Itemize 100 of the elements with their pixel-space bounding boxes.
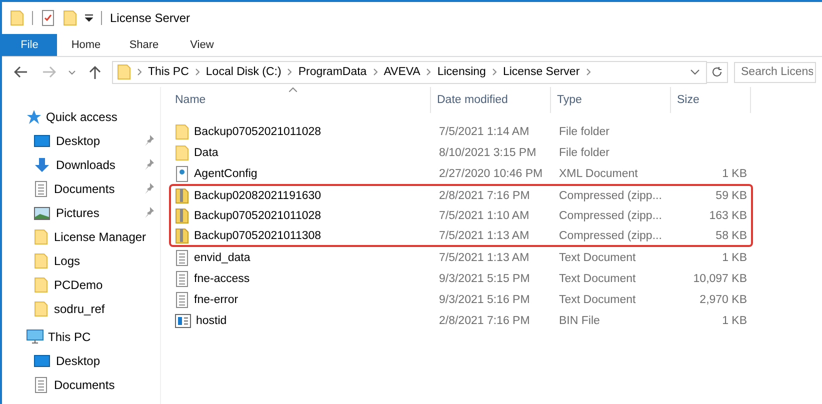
file-row[interactable]: Data 8/10/2021 3:15 PM File folder: [169, 142, 753, 163]
folder-icon: [175, 144, 189, 160]
nav-item[interactable]: sodru_ref: [2, 297, 160, 321]
text-file-icon: [175, 270, 189, 286]
nav-item-label: Pictures: [56, 206, 100, 220]
chevron-icon: [194, 68, 200, 76]
nav-item-label: sodru_ref: [54, 302, 105, 316]
nav-item[interactable]: PCDemo: [2, 273, 160, 297]
type-cell-text: Text Document: [558, 252, 637, 264]
desktop-icon: [34, 135, 50, 147]
right-arrow-icon: [42, 66, 56, 78]
date-cell-text: 7/5/2021 1:13 AM: [438, 230, 530, 242]
file-name: fne-error: [194, 294, 238, 306]
type-cell-text: XML Document: [558, 168, 639, 180]
highlighted-file-row[interactable]: Backup07052021011028 7/5/2021 1:10 AM Compressed (zipp... 163 KB: [169, 205, 753, 226]
breadcrumb-item[interactable]: ProgramData: [298, 66, 367, 78]
type-cell-text: File folder: [558, 126, 610, 138]
down-arrow-icon: [34, 157, 50, 173]
file-row[interactable]: fne-error 9/3/2021 5:16 PM Text Document 2,970 KB: [169, 289, 753, 310]
up-arrow-icon: [89, 65, 101, 79]
folder-icon: [34, 253, 48, 269]
nav-item[interactable]: Logs: [2, 249, 160, 273]
size-cell-text: 59 KB: [714, 190, 747, 202]
breadcrumb-item[interactable]: Licensing: [437, 66, 486, 78]
nav-item[interactable]: Documents: [2, 373, 160, 397]
nav-section-label: This PC: [48, 330, 91, 344]
window-title: License Server: [110, 11, 190, 25]
nav-item-label: PCDemo: [54, 278, 103, 292]
chevron-icon: [287, 68, 292, 76]
desktop-icon: [34, 355, 50, 367]
dropdown-caret-icon[interactable]: [85, 14, 93, 22]
file-row[interactable]: Backup07052021011028 7/5/2021 1:14 AM File folder: [169, 121, 753, 142]
text-file-icon: [175, 250, 189, 266]
type-cell-text: Compressed (zipp...: [558, 230, 663, 242]
highlighted-file-row[interactable]: Backup02082021191630 2/8/2021 7:16 PM Compressed (zipp... 59 KB: [169, 184, 753, 205]
nav-item-label: Desktop: [56, 134, 100, 148]
properties-icon[interactable]: [41, 10, 55, 26]
computer-icon: [26, 329, 44, 345]
date-cell-text: 7/5/2021 1:14 AM: [438, 126, 530, 138]
nav-item-label: Downloads: [56, 158, 116, 172]
nav-item-label: Documents: [54, 182, 115, 196]
nav-item-label: Logs: [54, 254, 80, 268]
file-name: AgentConfig: [194, 168, 258, 180]
folder-icon: [34, 301, 48, 317]
nav-item-label: License Manager: [54, 230, 146, 244]
nav-item[interactable]: Downloads: [2, 153, 160, 177]
refresh-button[interactable]: [706, 62, 728, 82]
file-name: fne-access: [194, 272, 250, 284]
breadcrumb-item[interactable]: This PC: [148, 66, 189, 78]
size-cell-text: 58 KB: [714, 230, 747, 242]
type-cell-text: Compressed (zipp...: [558, 210, 663, 222]
text-file-icon: [34, 377, 48, 393]
file-name: hostid: [196, 314, 227, 326]
file-row[interactable]: hostid 2/8/2021 7:16 PM BIN File 1 KB: [169, 310, 753, 331]
chevron-icon: [492, 68, 497, 76]
file-name: Backup07052021011028: [194, 210, 322, 222]
date-cell-text: 7/5/2021 1:10 AM: [438, 210, 530, 222]
column-header[interactable]: Name: [169, 87, 431, 113]
type-cell-text: File folder: [558, 146, 610, 158]
type-cell-text: Text Document: [558, 272, 637, 284]
ribbon-tab[interactable]: File: [2, 34, 57, 56]
chevron-icon: [426, 68, 432, 76]
breadcrumb-item[interactable]: AVEVA: [384, 66, 420, 78]
nav-section[interactable]: Quick access: [2, 105, 160, 129]
date-cell-text: 2/27/2020 10:46 PM: [438, 168, 544, 180]
nav-item[interactable]: Desktop: [2, 129, 160, 153]
file-name: Backup07052021011308: [194, 230, 322, 242]
nav-item-label: Desktop: [56, 354, 100, 368]
folder-icon: [117, 64, 131, 80]
nav-item[interactable]: Documents: [2, 177, 160, 201]
nav-section[interactable]: This PC: [2, 325, 160, 349]
file-name: Data: [194, 146, 218, 158]
column-header[interactable]: Size: [671, 87, 751, 113]
file-row[interactable]: fne-access 9/3/2021 5:15 PM Text Document 10,097 KB: [169, 268, 753, 289]
dropdown-chevron-icon[interactable]: [690, 69, 700, 75]
column-header[interactable]: Type: [551, 87, 671, 113]
folder-icon: [175, 124, 189, 140]
text-file-icon: [34, 181, 48, 197]
zipped-folder-icon: [175, 188, 189, 204]
size-cell-text: 10,097 KB: [692, 272, 747, 284]
size-cell-text: 1 KB: [721, 168, 747, 180]
file-row[interactable]: AgentConfig 2/27/2020 10:46 PM XML Document 1 KB: [169, 163, 753, 184]
nav-item[interactable]: Pictures: [2, 201, 160, 225]
size-cell-text: 2,970 KB: [698, 294, 747, 306]
date-cell-text: 2/8/2021 7:16 PM: [438, 314, 531, 326]
text-file-icon: [175, 292, 189, 308]
nav-item[interactable]: License Manager: [2, 225, 160, 249]
breadcrumb-item[interactable]: Local Disk (C:): [206, 66, 282, 78]
breadcrumb-item[interactable]: License Server: [502, 66, 580, 78]
window-file-icon: [175, 314, 191, 328]
highlighted-file-row[interactable]: Backup07052021011308 7/5/2021 1:13 AM Compressed (zipp... 58 KB: [169, 226, 753, 247]
address-bar[interactable]: This PC Local Disk (C:) ProgramData AVEVA Licensing License Server: [112, 60, 707, 84]
file-name: Backup02082021191630: [194, 190, 322, 202]
picture-icon: [34, 206, 50, 220]
column-header[interactable]: Date modified: [431, 87, 551, 113]
nav-item[interactable]: Desktop: [2, 349, 160, 373]
chevron-icon: [586, 68, 591, 76]
chevron-down-icon: [68, 70, 76, 74]
refresh-icon: [711, 66, 723, 78]
file-row[interactable]: envid_data 7/5/2021 1:13 AM Text Document 1 KB: [169, 247, 753, 268]
